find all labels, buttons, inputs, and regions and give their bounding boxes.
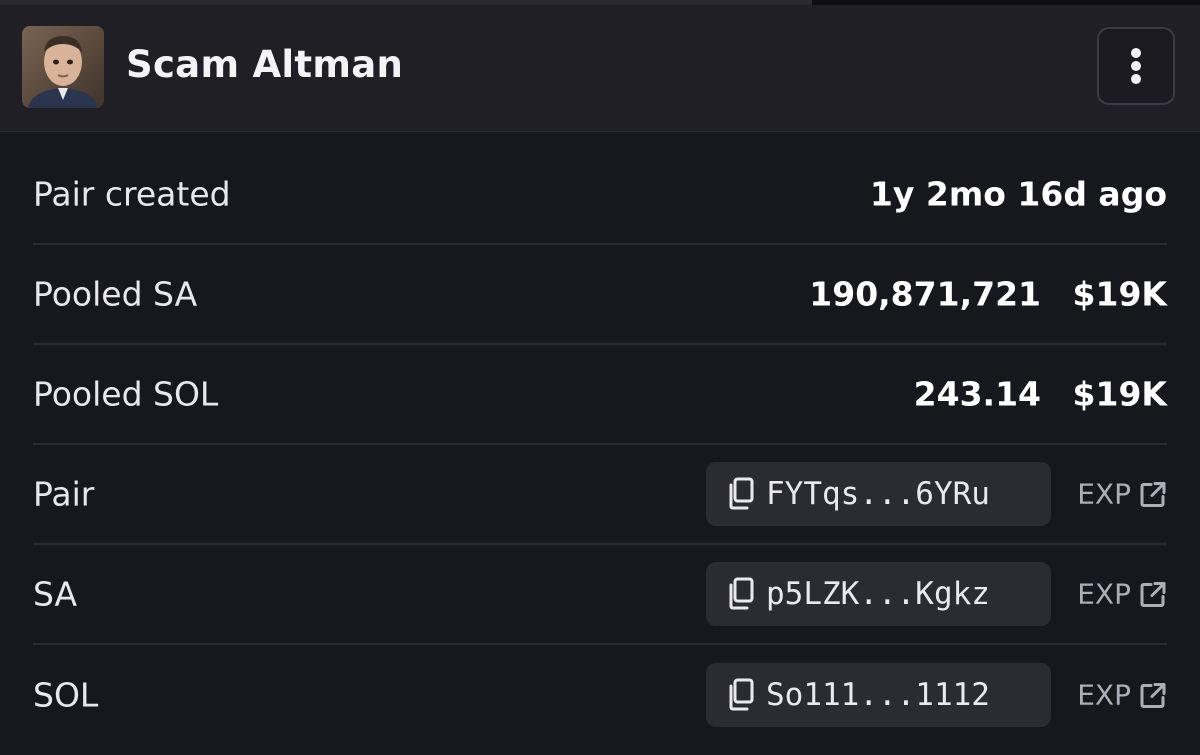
copy-icon xyxy=(726,477,756,511)
copy-sa-address-button[interactable]: p5LZK...Kgkz xyxy=(706,562,1051,626)
sa-address: p5LZK...Kgkz xyxy=(766,576,990,612)
explorer-label: EXP xyxy=(1077,477,1131,511)
row-label: SA xyxy=(33,574,78,614)
row-label: Pooled SA xyxy=(33,274,198,314)
sol-address: So111...1112 xyxy=(766,677,990,713)
external-link-icon xyxy=(1139,480,1167,508)
row-label: Pooled SOL xyxy=(33,374,219,414)
pooled-sol-amount: 243.14 xyxy=(913,374,1041,414)
pooled-sa-row: Pooled SA 190,871,721 $19K xyxy=(33,245,1167,345)
row-label: Pair xyxy=(33,474,95,514)
external-link-icon xyxy=(1139,580,1167,608)
copy-icon xyxy=(726,678,756,712)
copy-icon xyxy=(726,577,756,611)
pooled-sa-usd: $19K xyxy=(1072,274,1167,314)
token-name: Scam Altman xyxy=(126,43,404,86)
copy-pair-address-button[interactable]: FYTqs...6YRu xyxy=(706,462,1051,526)
kebab-menu-icon xyxy=(1131,48,1141,84)
row-label: Pair created xyxy=(33,174,231,214)
pooled-sol-row: Pooled SOL 243.14 $19K xyxy=(33,345,1167,445)
pair-created-row: Pair created 1y 2mo 16d ago xyxy=(33,145,1167,245)
sol-address-row: SOL So111...1112 EXP xyxy=(33,645,1167,745)
sa-address-row: SA p5LZK...Kgkz EXP xyxy=(33,545,1167,645)
row-label: SOL xyxy=(33,675,99,715)
copy-sol-address-button[interactable]: So111...1112 xyxy=(706,663,1051,727)
pair-created-value: 1y 2mo 16d ago xyxy=(869,174,1167,214)
token-header: Scam Altman xyxy=(0,5,1200,132)
sol-explorer-link[interactable]: EXP xyxy=(1077,679,1167,712)
pooled-sa-amount: 190,871,721 xyxy=(809,274,1041,314)
sa-explorer-link[interactable]: EXP xyxy=(1077,578,1167,611)
pair-explorer-link[interactable]: EXP xyxy=(1077,478,1167,511)
external-link-icon xyxy=(1139,681,1167,709)
pooled-sol-usd: $19K xyxy=(1072,374,1167,414)
more-menu-button[interactable] xyxy=(1097,27,1175,105)
pair-address-row: Pair FYTqs...6YRu EXP xyxy=(33,445,1167,545)
pair-address: FYTqs...6YRu xyxy=(766,476,990,512)
explorer-label: EXP xyxy=(1077,678,1131,712)
avatar-image xyxy=(22,26,104,108)
pair-info-list: Pair created 1y 2mo 16d ago Pooled SA 19… xyxy=(33,145,1167,745)
token-avatar xyxy=(22,26,104,108)
explorer-label: EXP xyxy=(1077,577,1131,611)
